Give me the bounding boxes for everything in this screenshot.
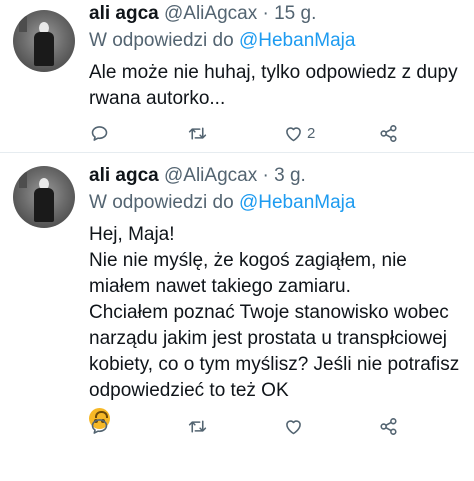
tweet-text-line: Ale może nie huhaj, tylko odpowiedz z du… [89, 62, 458, 109]
avatar[interactable] [13, 166, 75, 228]
retweet-icon [188, 419, 207, 433]
share-button[interactable] [378, 121, 399, 145]
like-count: 2 [307, 124, 316, 142]
tweet-header: ali agca @AliAgcax · 3 g. [89, 164, 466, 188]
reply-context: W odpowiedzi do @HebanMaja [89, 191, 466, 215]
tweet-text-line: Nie nie myślę, że kogoś zagiąłem, nie mi… [89, 250, 407, 297]
heart-icon [286, 419, 301, 434]
share-icon [380, 417, 397, 435]
tweet[interactable]: ali agca @AliAgcax · 3 g. W odpowiedzi d… [0, 152, 474, 481]
avatar-figure-body [34, 32, 54, 66]
tweet-actions: 2 [89, 121, 407, 145]
separator-dot: · [262, 165, 269, 186]
reply-context: W odpowiedzi do @HebanMaja [89, 29, 466, 53]
tweet-content: ali agca @AliAgcax · 15 g. W odpowiedzi … [89, 2, 466, 112]
author-handle[interactable]: @AliAgcax [164, 3, 257, 24]
tweet-text: Hej, Maja! Nie nie myślę, że kogoś zagią… [89, 222, 466, 434]
author-name[interactable]: ali agca [89, 165, 159, 186]
avatar-frame-shape [19, 172, 27, 188]
tweet-header: ali agca @AliAgcax · 15 g. [89, 2, 466, 26]
tweet-content: ali agca @AliAgcax · 3 g. W odpowiedzi d… [89, 164, 466, 434]
tweet-text-line: Hej, Maja! [89, 224, 175, 245]
tweet-text: Ale może nie huhaj, tylko odpowiedz z du… [89, 60, 466, 112]
author-handle[interactable]: @AliAgcax [164, 165, 257, 186]
retweet-button[interactable] [187, 121, 208, 145]
tweet[interactable]: ali agca @AliAgcax · 15 g. W odpowiedzi … [0, 0, 474, 152]
reply-to-mention[interactable]: @HebanMaja [239, 30, 355, 51]
reply-icon [91, 418, 108, 434]
avatar-frame-shape [19, 16, 27, 32]
separator-dot: · [262, 3, 269, 24]
timestamp[interactable]: 15 g. [274, 3, 316, 24]
like-button[interactable] [283, 414, 307, 438]
tweet-text-line: Chciałem poznać Twoje stanowisko wobec n… [89, 302, 460, 401]
avatar-figure-body [34, 188, 54, 222]
reply-icon [91, 125, 108, 141]
like-button[interactable]: 2 [283, 121, 315, 145]
timestamp[interactable]: 3 g. [274, 165, 306, 186]
retweet-button[interactable] [187, 414, 208, 438]
heart-icon [286, 126, 301, 141]
reply-button[interactable] [89, 414, 110, 438]
avatar[interactable] [13, 10, 75, 72]
reply-prefix: W odpowiedzi do [89, 30, 234, 51]
retweet-icon [188, 126, 207, 140]
author-name[interactable]: ali agca [89, 3, 159, 24]
share-icon [380, 124, 397, 142]
tweet-actions [89, 414, 407, 438]
share-button[interactable] [378, 414, 399, 438]
reply-to-mention[interactable]: @HebanMaja [239, 192, 355, 213]
reply-button[interactable] [89, 121, 110, 145]
reply-prefix: W odpowiedzi do [89, 192, 234, 213]
